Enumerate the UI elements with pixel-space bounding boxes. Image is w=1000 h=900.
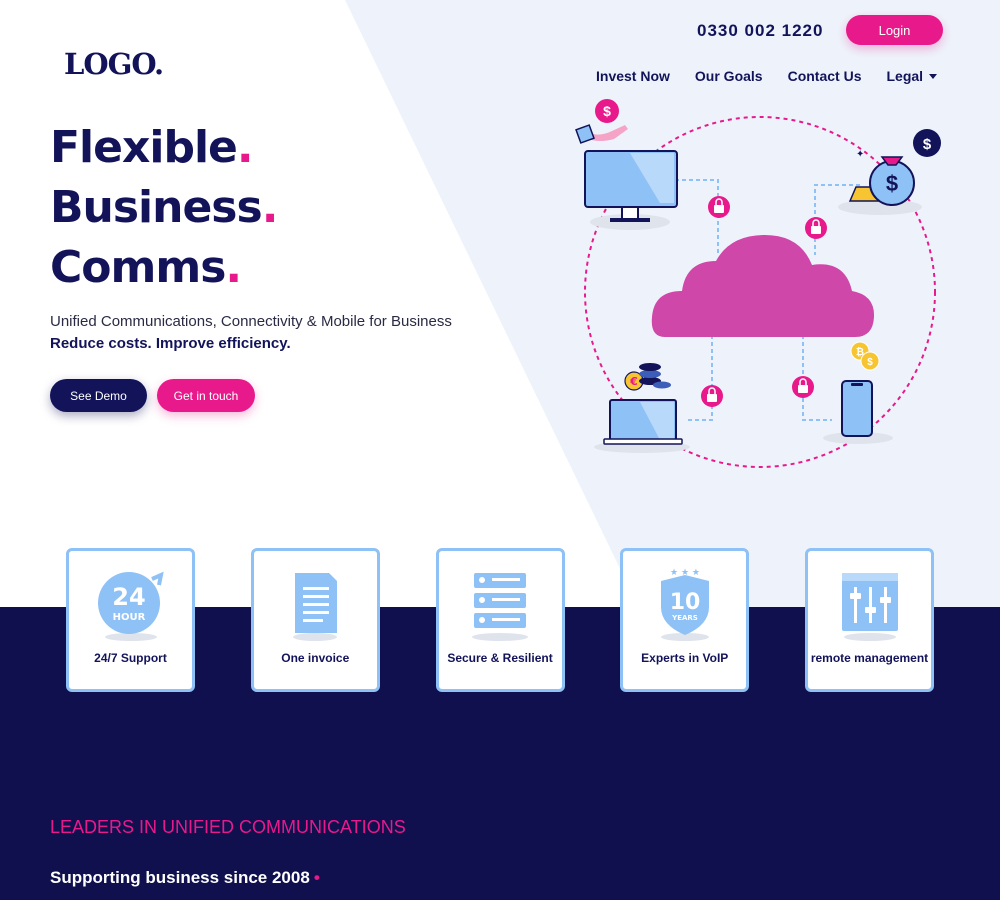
headline-line-1: Flexible. xyxy=(50,118,277,178)
smartphone-icon: ₿ $ xyxy=(823,341,893,444)
icon-number: 10 xyxy=(669,590,700,615)
feature-card-remote[interactable]: remote management xyxy=(805,548,934,692)
feature-label: remote management xyxy=(810,651,929,665)
dollar-symbol: $ xyxy=(867,357,873,368)
headline-dot: . xyxy=(225,242,242,293)
nav-label: Our Goals xyxy=(694,68,763,84)
phone-number[interactable]: 0330 002 1220 xyxy=(697,21,823,41)
icon-number: 24 xyxy=(112,583,145,611)
caret-down-icon xyxy=(929,73,938,79)
euro-symbol: € xyxy=(629,375,638,388)
laptop-icon: € xyxy=(594,363,690,453)
features-row: 24 HOUR 24/7 Support One invoice Secure … xyxy=(66,548,934,692)
control-panel-icon xyxy=(841,573,898,641)
headline-dot: . xyxy=(236,122,254,173)
bitcoin-symbol: ₿ xyxy=(856,346,864,358)
cloud-network-illustration: $ $ $ ✦ € ₿ $ xyxy=(575,99,941,468)
site-logo[interactable]: LOGO. xyxy=(64,47,164,81)
feature-card-invoice[interactable]: One invoice xyxy=(250,548,380,692)
lock-icon xyxy=(792,376,814,398)
money-bag-icon: $ $ ✦ xyxy=(838,129,941,215)
lock-icon xyxy=(708,196,730,218)
get-in-touch-button[interactable]: Get in touch xyxy=(157,379,255,412)
section-subtitle-text: Supporting business since 2008 xyxy=(50,868,310,887)
dollar-symbol: $ xyxy=(923,136,932,153)
nav-label: Legal xyxy=(886,68,924,84)
invoice-icon xyxy=(293,573,338,641)
dollar-symbol: $ xyxy=(886,171,898,196)
cloud-icon xyxy=(651,235,875,337)
section-subtitle: Supporting business since 2008 • xyxy=(50,868,320,888)
nav-label: Contact Us xyxy=(787,68,862,84)
hand-dollar-icon: $ xyxy=(575,99,628,144)
feature-label: One invoice xyxy=(281,651,350,665)
headline-word: Flexible xyxy=(50,122,238,173)
lock-icon xyxy=(701,385,723,407)
nav-legal-dropdown[interactable]: Legal xyxy=(887,68,938,84)
headline-dot: . xyxy=(261,182,279,233)
icon-caption: HOUR xyxy=(112,612,145,623)
nav-invest-now[interactable]: Invest Now xyxy=(596,68,670,84)
headline-word: Business xyxy=(50,182,263,233)
desktop-monitor-icon xyxy=(584,150,678,230)
hero-subtitle: Unified Communications, Connectivity & M… xyxy=(50,313,452,330)
main-nav: Invest Now Our Goals Contact Us Legal xyxy=(596,68,938,84)
hero-tagline: Reduce costs. Improve efficiency. xyxy=(50,335,291,352)
feature-card-support[interactable]: 24 HOUR 24/7 Support xyxy=(66,548,195,692)
ten-years-badge-icon: ★ ★ ★ 10 YEARS xyxy=(660,568,709,641)
section-kicker: LEADERS IN UNIFIED COMMUNICATIONS xyxy=(50,817,406,837)
feature-label: 24/7 Support xyxy=(94,651,167,665)
nav-contact-us[interactable]: Contact Us xyxy=(788,68,862,84)
feature-label: Secure & Resilient xyxy=(447,651,553,665)
feature-label: Experts in VoIP xyxy=(641,651,729,665)
server-icon xyxy=(472,573,528,641)
login-button[interactable]: Login xyxy=(846,15,943,45)
see-demo-button[interactable]: See Demo xyxy=(50,379,147,412)
accent-dot: • xyxy=(313,868,320,887)
headline-word: Comms xyxy=(50,242,226,293)
hero-headline: Flexible. Business. Comms. xyxy=(50,118,279,298)
svg-text:✦: ✦ xyxy=(856,149,864,160)
nav-our-goals[interactable]: Our Goals xyxy=(695,68,763,84)
headline-line-3: Comms. xyxy=(50,238,277,298)
feature-card-secure[interactable]: Secure & Resilient xyxy=(435,548,565,692)
dollar-symbol: $ xyxy=(603,103,611,119)
24-hour-icon: 24 HOUR xyxy=(97,571,164,641)
lock-icon xyxy=(805,217,827,239)
nav-label: Invest Now xyxy=(596,68,670,84)
icon-caption: YEARS xyxy=(671,614,698,622)
feature-card-voip[interactable]: ★ ★ ★ 10 YEARS Experts in VoIP xyxy=(620,548,750,692)
headline-line-2: Business. xyxy=(50,178,279,238)
